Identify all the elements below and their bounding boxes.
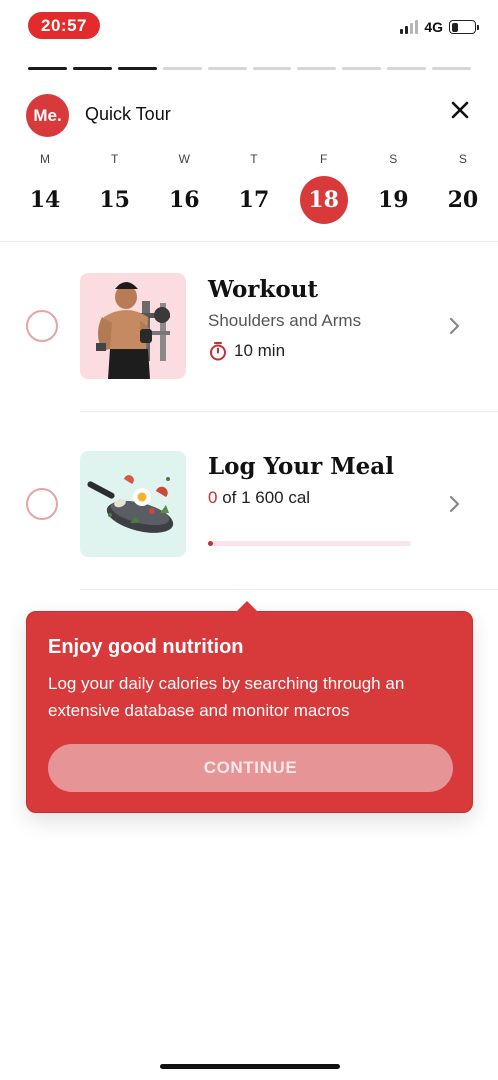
status-indicators: 4G [400,16,479,38]
day-sun[interactable]: S 20 [438,152,488,224]
battery-icon [449,20,479,34]
day-letter: S [458,152,467,166]
workout-checkbox[interactable] [26,310,58,342]
divider [80,589,498,590]
tooltip-title: Enjoy good nutrition [48,636,244,658]
week-calendar: M 14 T 15 W 16 T 17 F 18 S 19 S 20 [20,152,488,224]
progress-step-done [72,67,112,70]
progress-step [387,67,427,70]
progress-step [252,67,292,70]
day-number: 19 [377,187,409,213]
task-workout[interactable]: Workout Shoulders and Arms 10 min [0,241,498,411]
continue-button[interactable]: CONTINUE [48,744,453,792]
tooltip-body: Log your daily calories by searching thr… [48,674,405,720]
meal-checkbox[interactable] [26,488,58,520]
progress-step [162,67,202,70]
day-letter: S [389,152,398,166]
meal-image [80,451,186,557]
network-label: 4G [424,19,443,35]
day-letter: F [319,152,328,166]
page-title: Quick Tour [85,104,171,124]
workout-duration: 10 min [208,341,285,361]
chevron-right-icon [449,495,460,513]
workout-image [80,273,186,379]
progress-step [297,67,337,70]
day-fri-selected[interactable]: F 18 [299,152,349,224]
progress-step [432,67,472,70]
day-mon[interactable]: M 14 [20,152,70,224]
day-number: 14 [29,187,61,213]
day-letter: T [110,152,119,166]
progress-step-done [117,67,157,70]
day-number: 18 [299,176,348,224]
calorie-progress-bar [208,541,411,546]
day-letter: M [40,152,50,166]
app-logo: Me. [26,94,69,137]
day-number: 20 [447,187,479,213]
chevron-right-icon [449,317,460,335]
day-tue[interactable]: T 15 [90,152,140,224]
progress-step-done [28,67,67,70]
task-log-meal[interactable]: Log Your Meal 0 of 1 600 cal [0,411,498,581]
close-icon [451,101,469,119]
meal-calories: 0 of 1 600 cal [208,488,310,508]
progress-step [342,67,382,70]
day-letter: T [250,152,258,166]
day-sat[interactable]: S 19 [368,152,418,224]
close-button[interactable] [446,96,474,124]
day-thu[interactable]: T 17 [229,152,279,224]
tour-progress [28,67,472,70]
day-letter: W [178,152,190,166]
progress-step [207,67,247,70]
calories-target: of 1 600 cal [217,488,311,507]
stopwatch-icon [210,342,226,361]
signal-icon [400,20,419,34]
workout-title: Workout [208,276,319,303]
day-number: 17 [238,187,270,213]
workout-subtitle: Shoulders and Arms [208,311,362,330]
day-number: 16 [169,187,200,213]
duration-label: 10 min [234,341,286,360]
status-time: 20:57 [28,12,100,39]
meal-title: Log Your Meal [208,453,394,480]
day-wed[interactable]: W 16 [159,152,209,224]
tour-tooltip: Enjoy good nutrition Log your daily calo… [26,601,473,813]
home-indicator[interactable] [160,1064,340,1069]
day-number: 15 [99,187,130,213]
